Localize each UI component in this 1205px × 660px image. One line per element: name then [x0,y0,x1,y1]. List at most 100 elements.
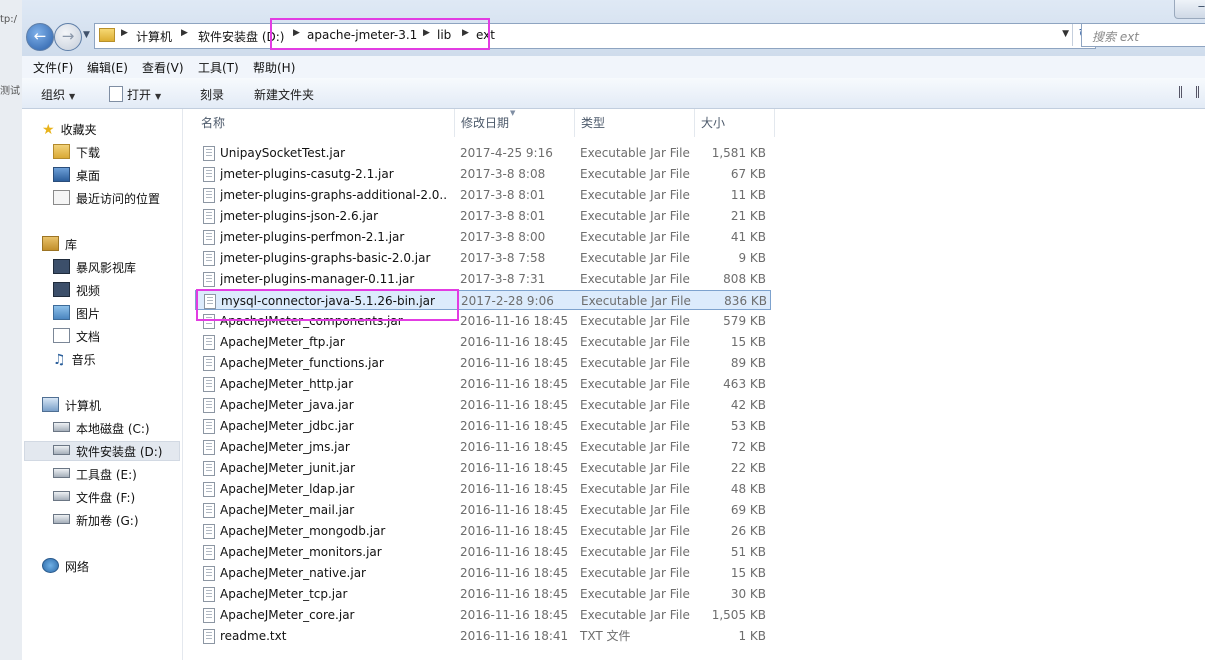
organize-button[interactable]: 组织 ▼ [41,86,75,103]
menu-tools[interactable]: 工具(T) [198,59,239,76]
file-date: 2016-11-16 18:45 [460,377,569,391]
nav-item-drive-f[interactable]: 文件盘 (F:) [53,488,135,508]
breadcrumb-arrow-icon[interactable]: ▶ [181,28,188,38]
file-row[interactable]: jmeter-plugins-perfmon-2.1.jar 2017-3-8 8… [195,227,771,247]
back-button[interactable]: ← [26,23,54,51]
file-size: 808 KB [723,272,766,286]
file-size: 89 KB [730,356,766,370]
menu-edit[interactable]: 编辑(E) [87,59,128,76]
nav-item-drive-g[interactable]: 新加卷 (G:) [53,511,139,531]
nav-network[interactable]: 网络 [42,557,89,577]
burn-button[interactable]: 刻录 [200,86,224,103]
menu-help[interactable]: 帮助(H) [253,59,295,76]
address-bar[interactable]: ▶ 计算机 ▶ 软件安装盘 (D:) ▶ apache-jmeter-3.1 ▶… [94,23,1096,49]
background-text-1: tp:/ [0,14,18,25]
nav-item-pictures[interactable]: 图片 [53,304,100,324]
nav-item-recent[interactable]: 最近访问的位置 [53,189,160,209]
folder-icon [99,28,115,42]
network-icon [42,558,59,573]
new-folder-button[interactable]: 新建文件夹 [254,86,314,103]
file-row[interactable]: ApacheJMeter_mail.jar 2016-11-16 18:45 Exe… [195,500,771,520]
file-type: Executable Jar File [580,251,690,265]
library-icon [42,236,59,251]
file-row[interactable]: jmeter-plugins-manager-0.11.jar 2017-3-8 … [195,269,771,289]
file-name: ApacheJMeter_jms.jar [220,440,350,454]
file-icon [203,545,215,560]
nav-item-documents[interactable]: 文档 [53,327,100,347]
nav-item-label: 桌面 [76,169,101,183]
nav-item-drive-e[interactable]: 工具盘 (E:) [53,465,137,485]
file-date: 2017-3-8 7:58 [460,251,546,265]
column-header-type[interactable]: 类型 [575,109,695,137]
file-icon [203,503,215,518]
address-history-dropdown-icon[interactable]: ▼ [1062,29,1069,39]
documents-icon [53,328,70,343]
breadcrumb-computer[interactable]: 计算机 [136,28,172,45]
file-icon [203,629,215,644]
file-row[interactable]: ApacheJMeter_functions.jar 2016-11-16 18:… [195,353,771,373]
file-row[interactable]: ApacheJMeter_ftp.jar 2016-11-16 18:45 Exec… [195,332,771,352]
nav-item-label: 下载 [76,146,101,160]
nav-item-downloads[interactable]: 下载 [53,143,100,163]
file-row[interactable]: ApacheJMeter_native.jar 2016-11-16 18:45 E… [195,563,771,583]
file-icon [203,440,215,455]
nav-computer[interactable]: 计算机 [42,396,101,416]
file-row[interactable]: jmeter-plugins-casutg-2.1.jar 2017-3-8 8:… [195,164,771,184]
nav-item-baofeng[interactable]: 暴风影视库 [53,258,136,278]
file-date: 2017-3-8 7:31 [460,272,546,286]
forward-button[interactable]: → [54,23,82,51]
open-button[interactable]: 打开 ▼ [109,86,161,103]
column-header-name[interactable]: 名称 [195,109,455,137]
file-row[interactable]: UnipaySocketTest.jar 2017-4-25 9:16 Execut… [195,143,771,163]
file-type: Executable Jar File [581,294,691,308]
nav-item-videos[interactable]: 视频 [53,281,100,301]
file-row[interactable]: ApacheJMeter_jdbc.jar 2016-11-16 18:45 Exe… [195,416,771,436]
menu-file[interactable]: 文件(F) [33,59,73,76]
column-header-size[interactable]: 大小 [695,109,775,137]
file-date: 2017-3-8 8:01 [460,188,546,202]
file-row[interactable]: jmeter-plugins-json-2.6.jar 2017-3-8 8:01… [195,206,771,226]
file-size: 67 KB [730,167,766,181]
file-name: ApacheJMeter_core.jar [220,608,355,622]
view-options-icon[interactable] [1179,86,1199,98]
minimize-button[interactable]: ─ [1174,0,1205,19]
file-row[interactable]: readme.txt 2016-11-16 18:41 TXT 文件 1 KB [195,626,771,646]
nav-libraries[interactable]: 库 [42,235,77,255]
nav-item-drive-d[interactable]: 软件安装盘 (D:) [24,441,180,461]
file-row[interactable]: ApacheJMeter_junit.jar 2016-11-16 18:45 Ex… [195,458,771,478]
open-label: 打开 [127,88,152,102]
video-library-icon [53,259,70,274]
nav-item-desktop[interactable]: 桌面 [53,166,100,186]
file-date: 2016-11-16 18:45 [460,440,569,454]
file-date: 2016-11-16 18:45 [460,608,569,622]
file-name: ApacheJMeter_ftp.jar [220,335,345,349]
breadcrumb-arrow-icon[interactable]: ▶ [121,28,128,38]
file-row[interactable]: ApacheJMeter_monitors.jar 2016-11-16 18:4… [195,542,771,562]
menu-view[interactable]: 查看(V) [142,59,184,76]
file-icon [203,524,215,539]
file-type: Executable Jar File [580,314,690,328]
video-icon [53,282,70,297]
file-row[interactable]: ApacheJMeter_core.jar 2016-11-16 18:45 Exe… [195,605,771,625]
file-row[interactable]: ApacheJMeter_mongodb.jar 2016-11-16 18:45… [195,521,771,541]
file-size: 30 KB [730,587,766,601]
file-date: 2016-11-16 18:45 [460,503,569,517]
nav-item-drive-c[interactable]: 本地磁盘 (C:) [53,419,150,439]
search-input[interactable]: 搜索 ext [1081,23,1205,47]
file-row[interactable]: jmeter-plugins-graphs-basic-2.0.jar 2017-… [195,248,771,268]
file-row[interactable]: ApacheJMeter_ldap.jar 2016-11-16 18:45 Exe… [195,479,771,499]
file-row[interactable]: ApacheJMeter_java.jar 2016-11-16 18:45 Exe… [195,395,771,415]
file-name: ApacheJMeter_functions.jar [220,356,384,370]
background-text-2: 测试 [0,86,20,97]
file-size: 15 KB [730,335,766,349]
nav-item-music[interactable]: ♫ 音乐 [53,350,96,370]
file-row[interactable]: ApacheJMeter_jms.jar 2016-11-16 18:45 Exec… [195,437,771,457]
recent-pages-dropdown-icon[interactable]: ▼ [83,30,90,40]
file-row[interactable]: ApacheJMeter_tcp.jar 2016-11-16 18:45 Exec… [195,584,771,604]
file-row[interactable]: ApacheJMeter_http.jar 2016-11-16 18:45 Exe… [195,374,771,394]
nav-item-label: 工具盘 (E:) [76,468,137,482]
file-icon [203,377,215,392]
file-row[interactable]: jmeter-plugins-graphs-additional-2.0... 2… [195,185,771,205]
file-size: 579 KB [723,314,766,328]
nav-favorites[interactable]: ★ 收藏夹 [42,120,97,140]
